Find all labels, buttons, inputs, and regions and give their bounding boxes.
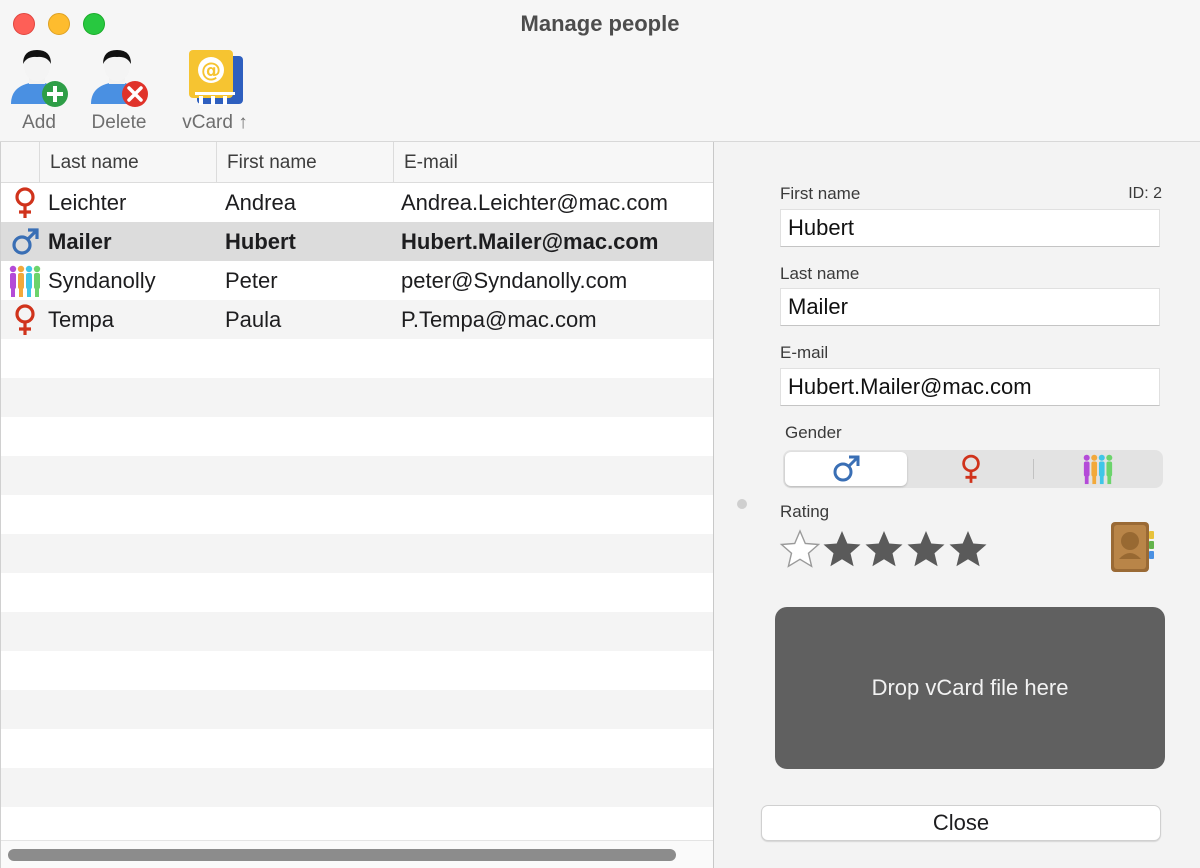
empty-row — [1, 534, 713, 573]
empty-row — [1, 729, 713, 768]
cell-email: P.Tempa@mac.com — [401, 307, 597, 332]
window-title: Manage people — [520, 11, 680, 36]
cell-first-name: Hubert — [225, 229, 296, 254]
manage-people-window: Manage people Add Delete @ vCard ↑ Last … — [0, 0, 1200, 868]
empty-row — [1, 573, 713, 612]
vcard-export-button[interactable]: @ vCard ↑ — [170, 46, 260, 138]
email-label: E-mail — [780, 343, 829, 362]
title-toolbar: Manage people Add Delete @ vCard ↑ — [0, 0, 1200, 142]
table-row[interactable]: Tempa Paula P.Tempa@mac.com — [1, 300, 713, 339]
gender-male-segment[interactable] — [785, 452, 907, 486]
address-book-icon[interactable] — [1107, 519, 1155, 575]
empty-row — [1, 651, 713, 690]
add-label: Add — [22, 112, 56, 133]
table-row[interactable]: Syndanolly Peter peter@Syndanolly.com — [1, 261, 713, 300]
empty-row — [1, 339, 713, 378]
rating-label: Rating — [780, 502, 830, 521]
cell-email: peter@Syndanolly.com — [401, 268, 628, 293]
cell-first-name: Peter — [225, 268, 278, 293]
add-person-button[interactable]: Add — [8, 46, 70, 138]
star-filled-icon[interactable] — [863, 528, 905, 570]
female-icon — [962, 454, 980, 483]
delete-person-icon — [87, 46, 151, 108]
diverse-people-icon — [1083, 454, 1113, 485]
record-id-label: ID: 2 — [1128, 185, 1162, 202]
female-icon — [9, 183, 41, 222]
delete-person-button[interactable]: Delete — [84, 46, 154, 138]
gender-diverse-segment[interactable] — [1035, 452, 1161, 486]
email-field[interactable] — [780, 368, 1160, 406]
gender-female-segment[interactable] — [909, 452, 1033, 486]
female-icon — [9, 300, 41, 339]
male-icon — [833, 455, 860, 482]
star-filled-icon[interactable] — [821, 528, 863, 570]
cell-email: Hubert.Mailer@mac.com — [401, 229, 659, 254]
segment-divider — [1033, 459, 1034, 479]
last-name-field[interactable] — [780, 288, 1160, 326]
table-header: Last name First name E-mail — [1, 142, 713, 183]
cell-last-name: Mailer — [48, 229, 112, 254]
rating-stars[interactable] — [779, 528, 989, 570]
dropzone-label: Drop vCard file here — [871, 675, 1069, 700]
empty-row — [1, 612, 713, 651]
gender-segmented-control — [783, 450, 1163, 488]
status-dot — [737, 499, 747, 509]
horizontal-scrollbar[interactable] — [1, 840, 713, 868]
empty-row — [1, 768, 713, 807]
people-table: Last name First name E-mail Leichter And… — [0, 142, 714, 868]
table-row-selected[interactable]: Mailer Hubert Hubert.Mailer@mac.com — [1, 222, 713, 261]
star-filled-icon[interactable] — [905, 528, 947, 570]
scrollbar-thumb[interactable] — [8, 849, 676, 861]
delete-label: Delete — [91, 112, 147, 133]
empty-row — [1, 690, 713, 729]
vcard-dropzone[interactable]: Drop vCard file here — [775, 607, 1165, 769]
diverse-people-icon — [9, 261, 41, 300]
cell-first-name: Paula — [225, 307, 282, 332]
gender-label: Gender — [785, 423, 842, 442]
cell-first-name: Andrea — [225, 190, 296, 215]
svg-text:@: @ — [201, 58, 221, 82]
first-name-label: First name — [780, 184, 861, 203]
empty-row — [1, 417, 713, 456]
empty-row — [1, 378, 713, 417]
cell-last-name: Syndanolly — [48, 268, 156, 293]
header-gender-column[interactable] — [1, 142, 39, 183]
close-button[interactable]: Close — [761, 805, 1161, 841]
star-empty-icon[interactable] — [779, 528, 821, 570]
table-row[interactable]: Leichter Andrea Andrea.Leichter@mac.com — [1, 183, 713, 222]
header-first-name[interactable]: First name — [216, 142, 393, 183]
add-person-icon — [7, 46, 71, 108]
cell-last-name: Tempa — [48, 307, 115, 332]
header-last-name[interactable]: Last name — [39, 142, 216, 183]
cell-email: Andrea.Leichter@mac.com — [401, 190, 668, 215]
vcard-label: vCard ↑ — [182, 112, 248, 133]
person-detail-pane: First name ID: 2 Last name E-mail Gender — [715, 142, 1200, 868]
first-name-field[interactable] — [780, 209, 1160, 247]
vcard-icon: @ — [183, 46, 247, 108]
empty-row — [1, 495, 713, 534]
star-filled-icon[interactable] — [947, 528, 989, 570]
table-body: Leichter Andrea Andrea.Leichter@mac.com … — [1, 183, 713, 843]
last-name-label: Last name — [780, 264, 860, 283]
male-icon — [9, 222, 41, 261]
cell-last-name: Leichter — [48, 190, 127, 215]
empty-row — [1, 456, 713, 495]
header-email[interactable]: E-mail — [393, 142, 713, 183]
